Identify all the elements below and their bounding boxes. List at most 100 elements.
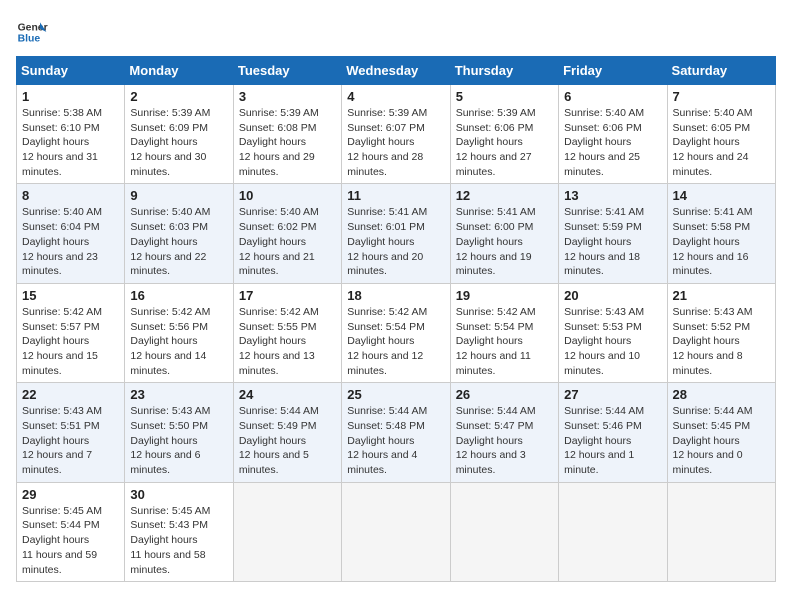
day-number: 26 (456, 387, 553, 402)
logo-icon: General Blue (16, 16, 48, 48)
day-number: 6 (564, 89, 661, 104)
calendar-day-cell: 23 Sunrise: 5:43 AMSunset: 5:50 PMDayligh… (125, 383, 233, 482)
calendar-day-cell: 14 Sunrise: 5:41 AMSunset: 5:58 PMDayligh… (667, 184, 775, 283)
day-number: 19 (456, 288, 553, 303)
day-number: 14 (673, 188, 770, 203)
calendar-day-cell: 16 Sunrise: 5:42 AMSunset: 5:56 PMDayligh… (125, 283, 233, 382)
calendar-day-cell: 13 Sunrise: 5:41 AMSunset: 5:59 PMDayligh… (559, 184, 667, 283)
day-number: 8 (22, 188, 119, 203)
day-number: 3 (239, 89, 336, 104)
calendar-table: SundayMondayTuesdayWednesdayThursdayFrid… (16, 56, 776, 582)
day-info: Sunrise: 5:44 AMSunset: 5:46 PMDaylight … (564, 404, 661, 477)
calendar-day-cell: 10 Sunrise: 5:40 AMSunset: 6:02 PMDayligh… (233, 184, 341, 283)
day-info: Sunrise: 5:39 AMSunset: 6:06 PMDaylight … (456, 106, 553, 179)
calendar-week-row: 8 Sunrise: 5:40 AMSunset: 6:04 PMDaylight… (17, 184, 776, 283)
calendar-day-cell: 19 Sunrise: 5:42 AMSunset: 5:54 PMDayligh… (450, 283, 558, 382)
weekday-header-friday: Friday (559, 57, 667, 85)
day-number: 24 (239, 387, 336, 402)
day-info: Sunrise: 5:40 AMSunset: 6:03 PMDaylight … (130, 205, 227, 278)
day-number: 2 (130, 89, 227, 104)
day-number: 23 (130, 387, 227, 402)
calendar-day-cell: 11 Sunrise: 5:41 AMSunset: 6:01 PMDayligh… (342, 184, 450, 283)
day-number: 16 (130, 288, 227, 303)
empty-day-cell (342, 482, 450, 581)
calendar-week-row: 15Sunrise: 5:42 AMSunset: 5:57 PMDayligh… (17, 283, 776, 382)
day-info: Sunrise: 5:41 AMSunset: 5:58 PMDaylight … (673, 205, 770, 278)
day-number: 5 (456, 89, 553, 104)
day-number: 22 (22, 387, 119, 402)
day-info: Sunrise: 5:45 AMSunset: 5:43 PMDaylight … (130, 504, 227, 577)
day-info: Sunrise: 5:40 AMSunset: 6:05 PMDaylight … (673, 106, 770, 179)
day-number: 17 (239, 288, 336, 303)
day-info: Sunrise: 5:40 AMSunset: 6:04 PMDaylight … (22, 205, 119, 278)
day-info: Sunrise: 5:44 AMSunset: 5:49 PMDaylight … (239, 404, 336, 477)
calendar-day-cell: 15Sunrise: 5:42 AMSunset: 5:57 PMDayligh… (17, 283, 125, 382)
day-number: 21 (673, 288, 770, 303)
calendar-week-row: 1Sunrise: 5:38 AMSunset: 6:10 PMDaylight… (17, 85, 776, 184)
empty-day-cell (233, 482, 341, 581)
calendar-day-cell: 5 Sunrise: 5:39 AMSunset: 6:06 PMDaylight… (450, 85, 558, 184)
day-number: 4 (347, 89, 444, 104)
day-info: Sunrise: 5:43 AMSunset: 5:52 PMDaylight … (673, 305, 770, 378)
day-info: Sunrise: 5:39 AMSunset: 6:08 PMDaylight … (239, 106, 336, 179)
day-info: Sunrise: 5:42 AMSunset: 5:56 PMDaylight … (130, 305, 227, 378)
day-number: 7 (673, 89, 770, 104)
calendar-day-cell: 7 Sunrise: 5:40 AMSunset: 6:05 PMDaylight… (667, 85, 775, 184)
weekday-header-monday: Monday (125, 57, 233, 85)
svg-text:Blue: Blue (18, 34, 41, 45)
day-number: 1 (22, 89, 119, 104)
calendar-day-cell: 3 Sunrise: 5:39 AMSunset: 6:08 PMDaylight… (233, 85, 341, 184)
calendar-day-cell: 30 Sunrise: 5:45 AMSunset: 5:43 PMDayligh… (125, 482, 233, 581)
page-header: General Blue (16, 16, 776, 48)
logo: General Blue (16, 16, 52, 48)
calendar-day-cell: 29 Sunrise: 5:45 AMSunset: 5:44 PMDayligh… (17, 482, 125, 581)
calendar-day-cell: 4 Sunrise: 5:39 AMSunset: 6:07 PMDaylight… (342, 85, 450, 184)
calendar-day-cell: 28 Sunrise: 5:44 AMSunset: 5:45 PMDayligh… (667, 383, 775, 482)
weekday-header-thursday: Thursday (450, 57, 558, 85)
day-info: Sunrise: 5:42 AMSunset: 5:57 PMDaylight … (22, 305, 119, 378)
calendar-day-cell: 27 Sunrise: 5:44 AMSunset: 5:46 PMDayligh… (559, 383, 667, 482)
calendar-day-cell: 2 Sunrise: 5:39 AMSunset: 6:09 PMDaylight… (125, 85, 233, 184)
calendar-day-cell: 21 Sunrise: 5:43 AMSunset: 5:52 PMDayligh… (667, 283, 775, 382)
calendar-day-cell: 22 Sunrise: 5:43 AMSunset: 5:51 PMDayligh… (17, 383, 125, 482)
calendar-day-cell: 8 Sunrise: 5:40 AMSunset: 6:04 PMDaylight… (17, 184, 125, 283)
day-info: Sunrise: 5:41 AMSunset: 6:01 PMDaylight … (347, 205, 444, 278)
calendar-day-cell: 18 Sunrise: 5:42 AMSunset: 5:54 PMDayligh… (342, 283, 450, 382)
calendar-week-row: 29 Sunrise: 5:45 AMSunset: 5:44 PMDayligh… (17, 482, 776, 581)
day-info: Sunrise: 5:44 AMSunset: 5:48 PMDaylight … (347, 404, 444, 477)
day-info: Sunrise: 5:39 AMSunset: 6:07 PMDaylight … (347, 106, 444, 179)
day-info: Sunrise: 5:43 AMSunset: 5:50 PMDaylight … (130, 404, 227, 477)
day-info: Sunrise: 5:40 AMSunset: 6:06 PMDaylight … (564, 106, 661, 179)
day-info: Sunrise: 5:43 AMSunset: 5:53 PMDaylight … (564, 305, 661, 378)
day-number: 11 (347, 188, 444, 203)
day-info: Sunrise: 5:44 AMSunset: 5:47 PMDaylight … (456, 404, 553, 477)
empty-day-cell (450, 482, 558, 581)
day-number: 9 (130, 188, 227, 203)
day-number: 10 (239, 188, 336, 203)
day-number: 13 (564, 188, 661, 203)
calendar-day-cell: 1Sunrise: 5:38 AMSunset: 6:10 PMDaylight… (17, 85, 125, 184)
weekday-header-sunday: Sunday (17, 57, 125, 85)
day-number: 29 (22, 487, 119, 502)
day-info: Sunrise: 5:43 AMSunset: 5:51 PMDaylight … (22, 404, 119, 477)
day-info: Sunrise: 5:41 AMSunset: 5:59 PMDaylight … (564, 205, 661, 278)
day-info: Sunrise: 5:42 AMSunset: 5:55 PMDaylight … (239, 305, 336, 378)
calendar-day-cell: 6 Sunrise: 5:40 AMSunset: 6:06 PMDaylight… (559, 85, 667, 184)
day-info: Sunrise: 5:40 AMSunset: 6:02 PMDaylight … (239, 205, 336, 278)
day-number: 28 (673, 387, 770, 402)
day-info: Sunrise: 5:45 AMSunset: 5:44 PMDaylight … (22, 504, 119, 577)
day-info: Sunrise: 5:44 AMSunset: 5:45 PMDaylight … (673, 404, 770, 477)
day-number: 30 (130, 487, 227, 502)
calendar-day-cell: 17 Sunrise: 5:42 AMSunset: 5:55 PMDayligh… (233, 283, 341, 382)
day-info: Sunrise: 5:39 AMSunset: 6:09 PMDaylight … (130, 106, 227, 179)
calendar-day-cell: 26 Sunrise: 5:44 AMSunset: 5:47 PMDayligh… (450, 383, 558, 482)
day-info: Sunrise: 5:42 AMSunset: 5:54 PMDaylight … (456, 305, 553, 378)
calendar-day-cell: 24 Sunrise: 5:44 AMSunset: 5:49 PMDayligh… (233, 383, 341, 482)
calendar-day-cell: 25Sunrise: 5:44 AMSunset: 5:48 PMDayligh… (342, 383, 450, 482)
day-info: Sunrise: 5:42 AMSunset: 5:54 PMDaylight … (347, 305, 444, 378)
calendar-day-cell: 20Sunrise: 5:43 AMSunset: 5:53 PMDayligh… (559, 283, 667, 382)
day-number: 27 (564, 387, 661, 402)
calendar-header-row: SundayMondayTuesdayWednesdayThursdayFrid… (17, 57, 776, 85)
weekday-header-tuesday: Tuesday (233, 57, 341, 85)
day-number: 18 (347, 288, 444, 303)
